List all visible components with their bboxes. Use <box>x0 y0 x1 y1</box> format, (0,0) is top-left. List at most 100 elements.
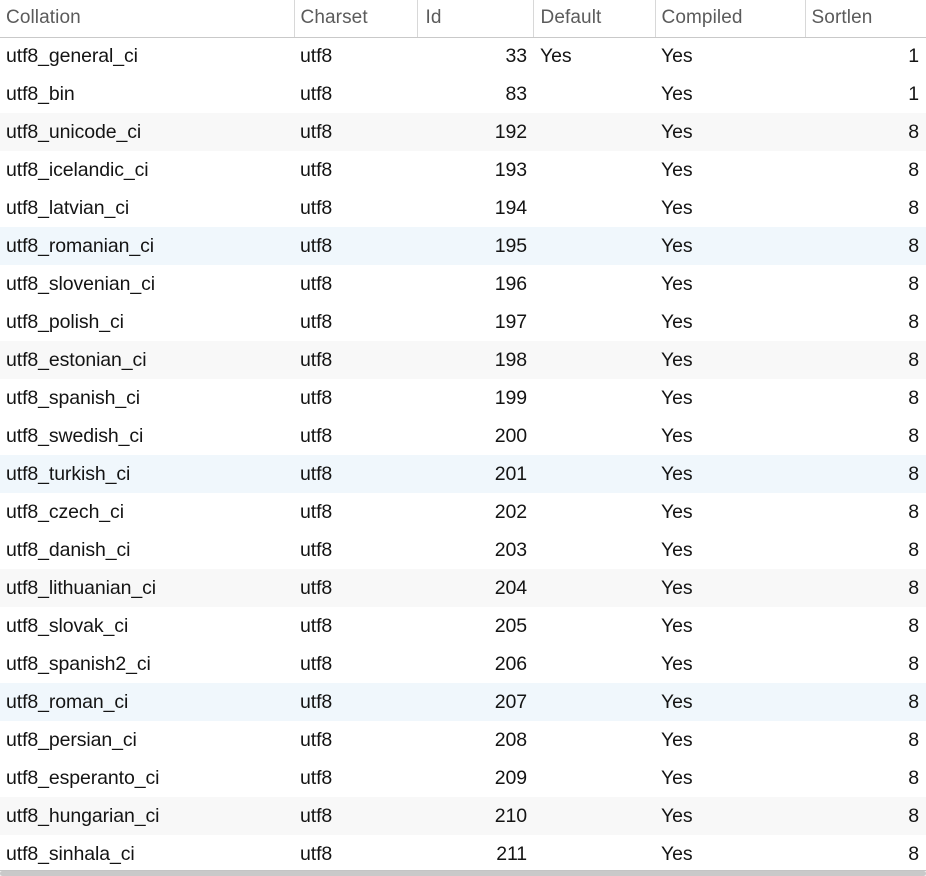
cell-default <box>533 531 655 569</box>
column-header-compiled[interactable]: Compiled <box>654 0 805 38</box>
table-row[interactable]: utf8_unicode_ci utf8 192 Yes 8 <box>0 113 926 151</box>
table-row[interactable]: utf8_turkish_ci utf8 201 Yes 8 <box>0 455 926 493</box>
cell-charset: utf8 <box>300 766 333 789</box>
table-row[interactable]: utf8_swedish_ci utf8 200 Yes 8 <box>0 417 926 455</box>
cell-sortlen: 8 <box>908 576 919 599</box>
cell-charset: utf8 <box>300 424 333 447</box>
table-row[interactable]: utf8_czech_ci utf8 202 Yes 8 <box>0 493 926 531</box>
column-header-default[interactable]: Default <box>532 0 655 38</box>
table-row[interactable]: utf8_sinhala_ci utf8 211 Yes 8 <box>0 835 926 871</box>
cell-id: 83 <box>505 82 528 105</box>
cell-id: 202 <box>494 500 527 523</box>
cell-default <box>533 645 655 683</box>
cell-collation: utf8_czech_ci <box>6 500 124 523</box>
table-row[interactable]: utf8_bin utf8 83 Yes 1 <box>0 75 926 113</box>
cell-charset: utf8 <box>300 576 333 599</box>
table-scroll-viewport[interactable]: Collation Charset Id Default Compiled So… <box>0 0 926 871</box>
table-row[interactable]: utf8_polish_ci utf8 197 Yes 8 <box>0 303 926 341</box>
table-row[interactable]: utf8_romanian_ci utf8 195 Yes 8 <box>0 227 926 265</box>
cell-sortlen: 1 <box>908 44 919 67</box>
table-row[interactable]: utf8_hungarian_ci utf8 210 Yes 8 <box>0 797 926 835</box>
cell-compiled: Yes <box>661 728 693 751</box>
cell-sortlen: 8 <box>908 424 919 447</box>
cell-default <box>533 607 655 645</box>
cell-id: 33 <box>505 44 528 67</box>
cell-default: Yes <box>540 44 572 67</box>
cell-charset: utf8 <box>300 196 333 219</box>
cell-sortlen: 8 <box>908 500 919 523</box>
cell-collation: utf8_sinhala_ci <box>6 842 135 865</box>
cell-sortlen: 8 <box>908 804 919 827</box>
cell-collation: utf8_general_ci <box>6 44 138 67</box>
cell-charset: utf8 <box>300 842 333 865</box>
cell-collation: utf8_spanish2_ci <box>6 652 151 675</box>
horizontal-scrollbar-thumb[interactable] <box>0 871 926 876</box>
cell-charset: utf8 <box>300 538 333 561</box>
cell-charset: utf8 <box>300 804 333 827</box>
table-row[interactable]: utf8_general_ci utf8 33 Yes Yes 1 <box>0 37 926 75</box>
cell-sortlen: 8 <box>908 272 919 295</box>
table-row[interactable]: utf8_estonian_ci utf8 198 Yes 8 <box>0 341 926 379</box>
cell-charset: utf8 <box>300 386 333 409</box>
table-row[interactable]: utf8_danish_ci utf8 203 Yes 8 <box>0 531 926 569</box>
column-header-id[interactable]: Id <box>416 0 533 38</box>
cell-charset: utf8 <box>300 652 333 675</box>
column-header-charset[interactable]: Charset <box>293 0 417 38</box>
cell-sortlen: 8 <box>908 310 919 333</box>
table-row[interactable]: utf8_latvian_ci utf8 194 Yes 8 <box>0 189 926 227</box>
table-row[interactable]: utf8_slovak_ci utf8 205 Yes 8 <box>0 607 926 645</box>
horizontal-scrollbar[interactable] <box>0 870 926 876</box>
cell-id: 192 <box>494 120 527 143</box>
table-row[interactable]: utf8_icelandic_ci utf8 193 Yes 8 <box>0 151 926 189</box>
cell-compiled: Yes <box>661 44 693 67</box>
cell-sortlen: 8 <box>908 120 919 143</box>
cell-compiled: Yes <box>661 500 693 523</box>
table-row[interactable]: utf8_spanish2_ci utf8 206 Yes 8 <box>0 645 926 683</box>
table-row[interactable]: utf8_spanish_ci utf8 199 Yes 8 <box>0 379 926 417</box>
cell-compiled: Yes <box>661 272 693 295</box>
cell-sortlen: 8 <box>908 158 919 181</box>
cell-compiled: Yes <box>661 766 693 789</box>
cell-default <box>533 455 655 493</box>
table-row[interactable]: utf8_slovenian_ci utf8 196 Yes 8 <box>0 265 926 303</box>
cell-id: 206 <box>494 652 527 675</box>
cell-collation: utf8_danish_ci <box>6 538 131 561</box>
table-row[interactable]: utf8_esperanto_ci utf8 209 Yes 8 <box>0 759 926 797</box>
cell-collation: utf8_hungarian_ci <box>6 804 160 827</box>
column-header-collation[interactable]: Collation <box>0 0 294 38</box>
cell-compiled: Yes <box>661 196 693 219</box>
cell-collation: utf8_turkish_ci <box>6 462 131 485</box>
cell-compiled: Yes <box>661 120 693 143</box>
cell-collation: utf8_unicode_ci <box>6 120 142 143</box>
cell-collation: utf8_latvian_ci <box>6 196 130 219</box>
cell-charset: utf8 <box>300 120 333 143</box>
cell-default <box>533 303 655 341</box>
collation-table: Collation Charset Id Default Compiled So… <box>0 0 926 871</box>
cell-id: 210 <box>494 804 527 827</box>
cell-default <box>533 227 655 265</box>
table-row[interactable]: utf8_lithuanian_ci utf8 204 Yes 8 <box>0 569 926 607</box>
table-row[interactable]: utf8_roman_ci utf8 207 Yes 8 <box>0 683 926 721</box>
table-header-row: Collation Charset Id Default Compiled So… <box>0 0 926 38</box>
cell-charset: utf8 <box>300 614 333 637</box>
cell-compiled: Yes <box>661 462 693 485</box>
cell-default <box>533 189 655 227</box>
cell-id: 197 <box>494 310 527 333</box>
cell-default <box>533 113 655 151</box>
cell-collation: utf8_persian_ci <box>6 728 137 751</box>
cell-id: 205 <box>494 614 527 637</box>
cell-default <box>533 569 655 607</box>
cell-default <box>533 417 655 455</box>
cell-id: 204 <box>494 576 527 599</box>
collation-result-grid: Collation Charset Id Default Compiled So… <box>0 0 926 876</box>
cell-collation: utf8_icelandic_ci <box>6 158 149 181</box>
cell-charset: utf8 <box>300 310 333 333</box>
cell-sortlen: 8 <box>908 766 919 789</box>
column-header-sortlen[interactable]: Sortlen <box>804 0 926 38</box>
cell-compiled: Yes <box>661 538 693 561</box>
cell-collation: utf8_spanish_ci <box>6 386 141 409</box>
cell-compiled: Yes <box>661 348 693 371</box>
table-row[interactable]: utf8_persian_ci utf8 208 Yes 8 <box>0 721 926 759</box>
cell-sortlen: 8 <box>908 728 919 751</box>
cell-sortlen: 8 <box>908 538 919 561</box>
